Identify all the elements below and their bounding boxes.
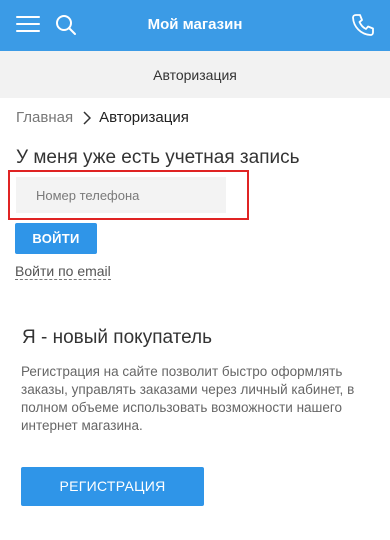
registration-description: Регистрация на сайте позволит быстро офо… (21, 364, 355, 433)
chevron-right-icon (83, 110, 92, 125)
phone-icon[interactable] (350, 12, 376, 38)
store-title[interactable]: Мой магазин (0, 16, 390, 33)
login-section-title: У меня уже есть учетная запись (16, 147, 300, 168)
page-header-title: Авторизация (153, 67, 237, 83)
login-button[interactable]: ВОЙТИ (15, 223, 97, 254)
breadcrumb-current: Авторизация (99, 109, 189, 126)
login-by-email-link[interactable]: Войти по email (15, 263, 111, 280)
phone-field-highlight (8, 170, 249, 220)
new-customer-title: Я - новый покупатель (22, 327, 213, 348)
top-app-bar: Мой магазин (0, 0, 390, 51)
page-header-bar: Авторизация (0, 51, 390, 98)
phone-number-input[interactable] (16, 177, 226, 213)
breadcrumb-home-link[interactable]: Главная (16, 109, 73, 126)
register-button[interactable]: РЕГИСТРАЦИЯ (21, 467, 204, 506)
breadcrumb: Главная Авторизация (16, 109, 189, 126)
